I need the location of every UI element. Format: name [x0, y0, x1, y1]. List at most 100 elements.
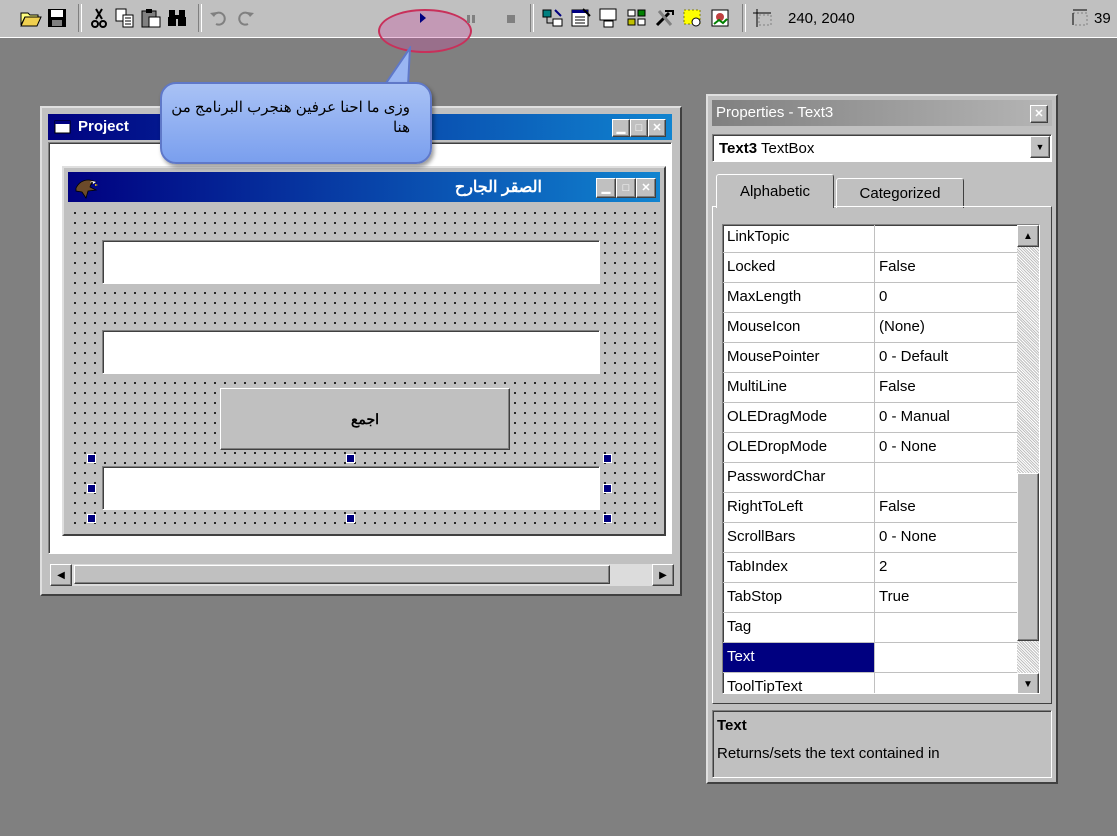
property-name: ToolTipText	[723, 673, 875, 693]
property-row[interactable]: Locked False	[723, 253, 1019, 283]
cut-icon[interactable]	[86, 5, 112, 31]
property-value[interactable]: 0 - None	[879, 528, 937, 545]
selection-handle[interactable]	[603, 454, 612, 463]
property-value[interactable]: 0 - None	[879, 438, 937, 455]
copy-icon[interactable]	[112, 5, 138, 31]
form-close-button[interactable]: ✕	[636, 178, 656, 198]
paste-icon[interactable]	[138, 5, 164, 31]
property-value[interactable]: (None)	[879, 318, 925, 335]
object-name: Text3	[719, 140, 758, 157]
data-view-icon[interactable]	[680, 5, 706, 31]
property-row[interactable]: Tag	[723, 613, 1019, 643]
property-value[interactable]: False	[879, 378, 916, 395]
selection-handle[interactable]	[346, 514, 355, 523]
form-design-grid: اجمع	[68, 206, 660, 532]
property-value[interactable]: 2	[879, 558, 887, 575]
toolbar-separator	[530, 4, 534, 32]
properties-window-icon[interactable]	[568, 5, 594, 31]
minimize-button[interactable]: ▁	[612, 119, 630, 137]
property-row[interactable]: ScrollBars 0 - None	[723, 523, 1019, 553]
standard-toolbar: 240, 2040 39	[0, 0, 1117, 53]
end-icon[interactable]	[498, 5, 524, 31]
selection-handle[interactable]	[87, 454, 96, 463]
property-name: MultiLine	[723, 373, 875, 402]
property-row[interactable]: PasswordChar	[723, 463, 1019, 493]
form-layout-icon[interactable]	[596, 5, 622, 31]
redo-icon[interactable]	[232, 5, 258, 31]
properties-titlebar[interactable]: Properties - Text3 ✕	[712, 100, 1052, 126]
scroll-thumb[interactable]	[1017, 473, 1039, 641]
properties-close-button[interactable]: ✕	[1030, 105, 1048, 123]
property-grid: LinkTopic Locked False MaxLength 0 MouseIcon(…	[722, 224, 1040, 694]
selection-handle[interactable]	[87, 514, 96, 523]
property-row[interactable]: TabStop True	[723, 583, 1019, 613]
undo-icon[interactable]	[206, 5, 232, 31]
text1-textbox[interactable]	[102, 240, 600, 284]
toolbar-separator	[742, 4, 746, 32]
callout-text: وزى ما احنا عرفين هنجرب البرنامج من هنا	[171, 99, 410, 136]
selection-handle[interactable]	[346, 454, 355, 463]
scroll-right-icon[interactable]: ▶	[652, 564, 674, 586]
property-row[interactable]: MouseIcon (None)	[723, 313, 1019, 343]
size-icon	[1068, 5, 1094, 31]
maximize-button[interactable]: □	[630, 119, 648, 137]
property-value[interactable]: 0	[879, 288, 887, 305]
scroll-thumb[interactable]	[74, 565, 610, 584]
property-name: Locked	[723, 253, 875, 282]
scroll-down-icon[interactable]: ▼	[1017, 673, 1039, 693]
property-row[interactable]: ToolTipText	[723, 673, 1019, 693]
position-icon	[750, 5, 776, 31]
property-row[interactable]: MultiLine False	[723, 373, 1019, 403]
property-row[interactable]: MaxLength 0	[723, 283, 1019, 313]
toolbox-icon[interactable]	[652, 5, 678, 31]
property-row[interactable]: LinkTopic	[723, 225, 1019, 253]
form-maximize-button[interactable]: □	[616, 178, 636, 198]
property-name: Text	[723, 643, 875, 672]
object-browser-icon[interactable]	[624, 5, 650, 31]
selection-handle[interactable]	[87, 484, 96, 493]
position-readout: 240, 2040	[788, 10, 855, 27]
start-icon[interactable]	[410, 5, 436, 31]
form-titlebar[interactable]: الصقر الجارح ▁ □ ✕	[68, 172, 660, 202]
form-caption: الصقر الجارح	[454, 179, 542, 196]
tab-categorized[interactable]: Categorized	[836, 178, 964, 208]
visual-component-manager-icon[interactable]	[708, 5, 734, 31]
project-window-title: Project	[78, 118, 129, 135]
project-explorer-icon[interactable]	[540, 5, 566, 31]
open-project-icon[interactable]	[18, 5, 44, 31]
property-value[interactable]: 0 - Default	[879, 348, 948, 365]
add-button-label: اجمع	[350, 410, 380, 427]
property-value[interactable]: False	[879, 498, 916, 515]
property-row[interactable]: Text	[723, 643, 1019, 673]
scroll-up-icon[interactable]: ▲	[1017, 225, 1039, 247]
close-button[interactable]: ✕	[648, 119, 666, 137]
text2-textbox[interactable]	[102, 330, 600, 374]
property-value[interactable]: False	[879, 258, 916, 275]
annotation-callout: وزى ما احنا عرفين هنجرب البرنامج من هنا	[160, 82, 432, 164]
property-value[interactable]: True	[879, 588, 909, 605]
property-row[interactable]: OLEDropMode 0 - None	[723, 433, 1019, 463]
selection-handle[interactable]	[603, 514, 612, 523]
property-row[interactable]: TabIndex 2	[723, 553, 1019, 583]
scroll-left-icon[interactable]: ◀	[50, 564, 72, 586]
properties-window: Properties - Text3 ✕ Text3 TextBox ▼ Alp…	[706, 94, 1058, 784]
save-project-icon[interactable]	[44, 5, 70, 31]
add-button[interactable]: اجمع	[220, 388, 510, 450]
description-title: Text	[717, 717, 747, 734]
property-row[interactable]: OLEDragMode 0 - Manual	[723, 403, 1019, 433]
vertical-scrollbar[interactable]: ▲ ▼	[1017, 225, 1039, 693]
selection-handle[interactable]	[603, 484, 612, 493]
break-icon[interactable]	[458, 5, 484, 31]
form-minimize-button[interactable]: ▁	[596, 178, 616, 198]
property-row[interactable]: MousePointer 0 - Default	[723, 343, 1019, 373]
chevron-down-icon[interactable]: ▼	[1030, 136, 1050, 158]
horizontal-scrollbar[interactable]: ◀ ▶	[50, 564, 674, 586]
property-value[interactable]: 0 - Manual	[879, 408, 950, 425]
property-name: MaxLength	[723, 283, 875, 312]
tab-alphabetic[interactable]: Alphabetic	[716, 174, 834, 208]
text3-textbox[interactable]	[102, 466, 600, 510]
form-icon	[54, 119, 72, 139]
object-selector-combo[interactable]: Text3 TextBox ▼	[712, 134, 1052, 162]
find-icon[interactable]	[164, 5, 190, 31]
property-row[interactable]: RightToLeft False	[723, 493, 1019, 523]
